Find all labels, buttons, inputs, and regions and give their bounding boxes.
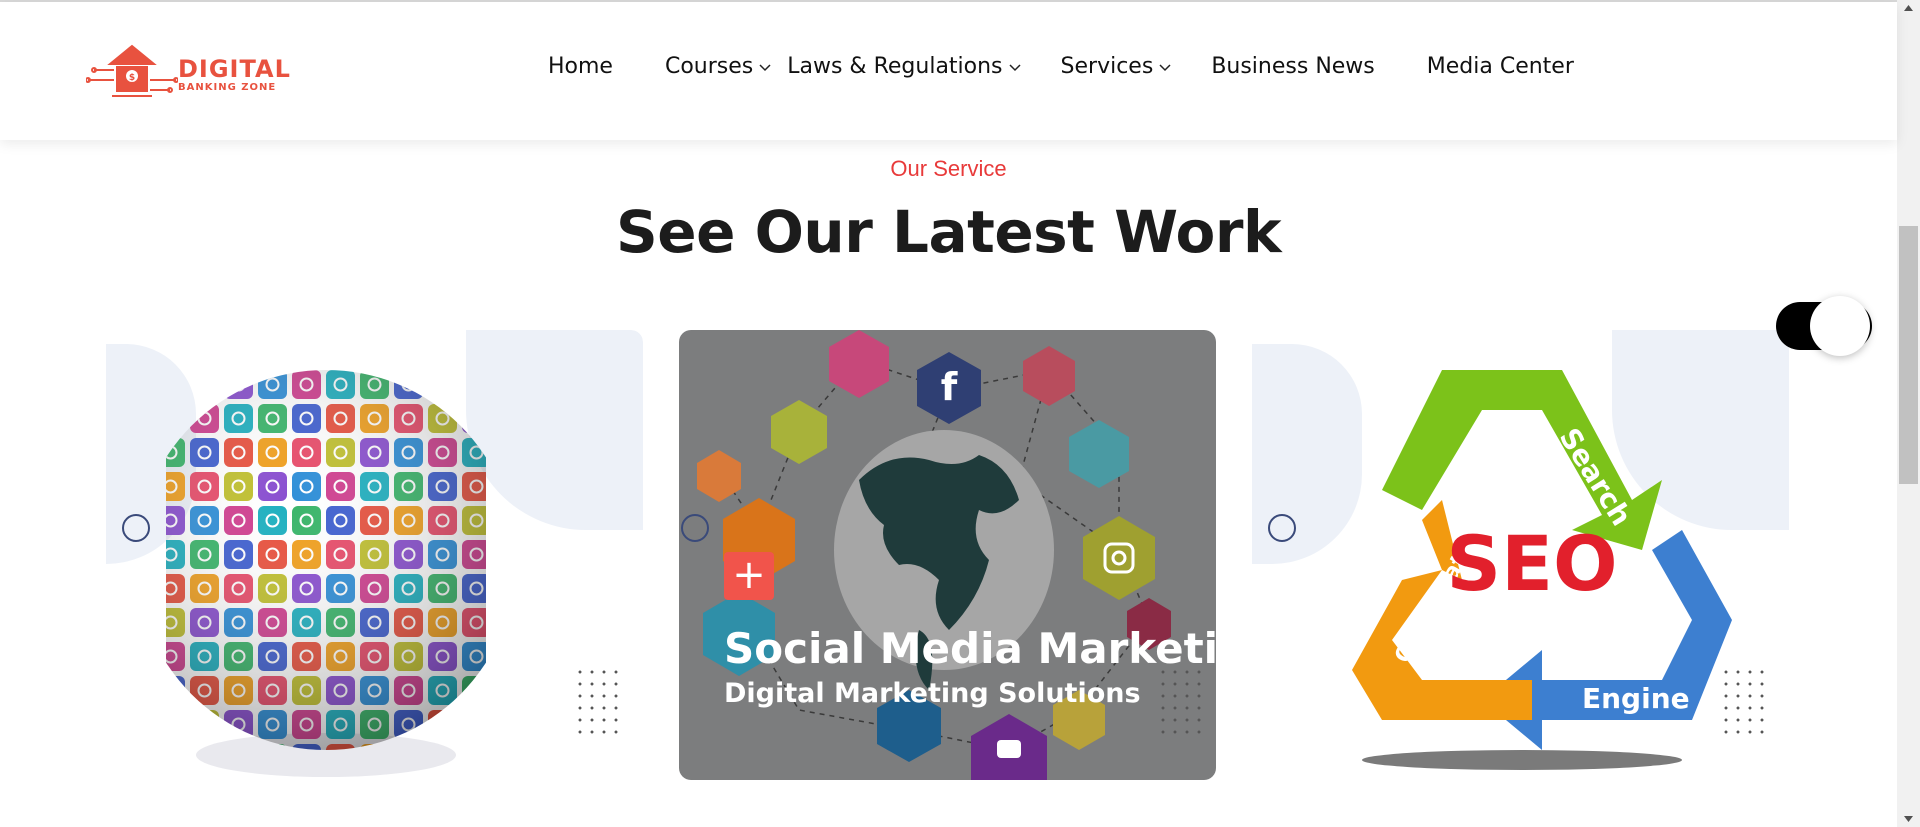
expand-plus-button[interactable]: + bbox=[724, 552, 774, 600]
card-subtitle: Digital Marketing Solutions bbox=[724, 678, 1141, 709]
main-nav: Home Courses Laws & Regulations Services… bbox=[548, 54, 1574, 79]
nav-business-news-label: Business News bbox=[1211, 54, 1375, 79]
app-icon-globe-image bbox=[166, 370, 486, 777]
nav-home-label: Home bbox=[548, 54, 613, 79]
chevron-down-icon bbox=[1009, 63, 1021, 71]
card-title[interactable]: Social Media Marketing bbox=[724, 624, 1216, 673]
scroll-up-arrow-icon[interactable] bbox=[1903, 4, 1914, 12]
nav-media-center[interactable]: Media Center bbox=[1427, 54, 1574, 79]
section-title: See Our Latest Work bbox=[615, 198, 1282, 266]
portfolio-card-2[interactable]: f + Social Media Marketing Digital Marke… bbox=[679, 330, 1216, 780]
svg-text:f: f bbox=[941, 365, 958, 409]
bg-blob bbox=[466, 330, 643, 530]
dot-pattern bbox=[574, 666, 624, 736]
scroll-down-arrow-icon[interactable] bbox=[1903, 815, 1914, 823]
nav-media-center-label: Media Center bbox=[1426, 54, 1574, 79]
slide-indicator[interactable] bbox=[681, 514, 709, 542]
nav-courses-label: Courses bbox=[664, 54, 754, 79]
dot-pattern bbox=[1157, 666, 1207, 736]
nav-services[interactable]: Services bbox=[1061, 54, 1172, 79]
brand-logo[interactable]: $ DIGITAL BANKING ZONE bbox=[85, 40, 290, 102]
dot-pattern bbox=[1720, 666, 1770, 736]
chevron-down-icon bbox=[1159, 63, 1171, 71]
svg-text:$: $ bbox=[129, 73, 135, 83]
site-header: $ DIGITAL BANKING ZONE Home Courses Laws… bbox=[0, 2, 1897, 140]
nav-laws-label: Laws & Regulations bbox=[787, 54, 1003, 79]
nav-services-label: Services bbox=[1060, 54, 1154, 79]
theme-toggle-knob[interactable] bbox=[1810, 296, 1870, 356]
bank-building-icon: $ bbox=[85, 44, 179, 97]
seo-cycle-image: Search Optimization Engine SEO bbox=[1352, 370, 1732, 770]
section-eyebrow: Our Service bbox=[890, 156, 1007, 181]
seo-engine-word: Engine bbox=[1582, 682, 1690, 715]
scrollbar-thumb[interactable] bbox=[1899, 226, 1918, 484]
logo-line1: DIGITAL bbox=[178, 55, 291, 83]
logo-wordmark: DIGITAL BANKING ZONE bbox=[178, 56, 291, 94]
nav-laws[interactable]: Laws & Regulations bbox=[787, 54, 1021, 79]
nav-courses[interactable]: Courses bbox=[665, 54, 771, 79]
portfolio-card-1[interactable] bbox=[106, 330, 643, 780]
logo-line2: BANKING ZONE bbox=[178, 82, 277, 93]
portfolio-card-3[interactable]: Search Optimization Engine SEO bbox=[1252, 330, 1789, 780]
slide-indicator[interactable] bbox=[122, 514, 150, 542]
seo-center-word: SEO bbox=[1446, 519, 1617, 608]
chevron-down-icon bbox=[759, 63, 771, 71]
nav-home[interactable]: Home bbox=[548, 54, 613, 79]
nav-business-news[interactable]: Business News bbox=[1211, 54, 1374, 79]
